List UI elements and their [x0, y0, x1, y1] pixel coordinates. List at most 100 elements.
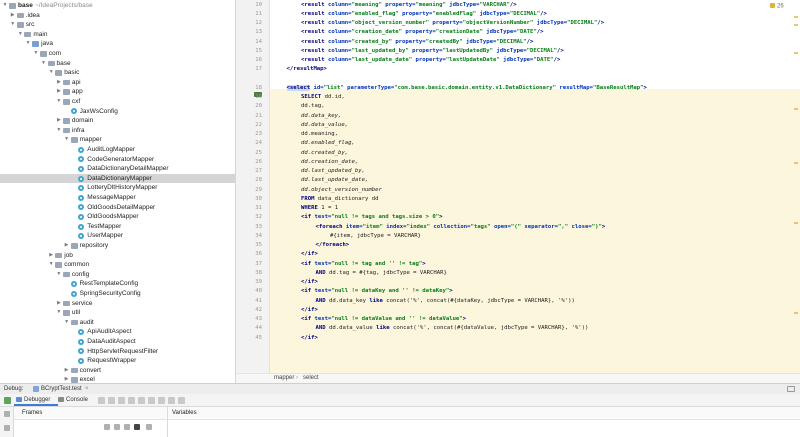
chevron-down-icon[interactable]: ▼: [56, 308, 62, 318]
tree-file-item[interactable]: CodeGeneratorMapper: [0, 155, 235, 165]
code-line[interactable]: dd.last_updated_by,: [301, 167, 365, 176]
down-icon[interactable]: [124, 424, 130, 430]
code-line[interactable]: <if test="null != tag and '' != tag">: [301, 260, 426, 269]
code-line[interactable]: WHERE 1 = 1: [301, 204, 338, 213]
scrollbar-marker[interactable]: [794, 24, 798, 26]
step-into-icon[interactable]: [118, 397, 125, 404]
code-line[interactable]: dd.data_key,: [301, 112, 341, 121]
code-line[interactable]: <result column="last_updated_by" propert…: [301, 47, 564, 56]
code-line[interactable]: FROM data_dictionary dd: [301, 195, 378, 204]
code-line[interactable]: <result column="object_version_number" p…: [301, 19, 604, 28]
tree-file-item[interactable]: MessageMapper: [0, 193, 235, 203]
tree-file-item[interactable]: HttpServletRequestFilter: [0, 347, 235, 357]
chevron-down-icon[interactable]: ▼: [56, 126, 62, 136]
code-line[interactable]: <if test="null != dataKey and '' != data…: [301, 287, 453, 296]
tree-folder-item[interactable]: ▶ app: [0, 87, 235, 97]
code-line[interactable]: <select id="list" parameterType="com.bas…: [286, 84, 647, 93]
inspection-warnings[interactable]: 26: [770, 3, 784, 10]
code-line[interactable]: </foreach>: [316, 241, 350, 250]
code-line[interactable]: AND dd.data_value like concat('%', conca…: [316, 324, 589, 333]
tree-file-item[interactable]: AuditLogMapper: [0, 145, 235, 155]
code-line[interactable]: <result column="created_by" property="cr…: [301, 38, 533, 47]
code-line[interactable]: AND dd.tag = #{tag, jdbcType = VARCHAR}: [316, 269, 447, 278]
chevron-right-icon[interactable]: ▶: [64, 366, 70, 376]
chevron-right-icon[interactable]: ▶: [56, 87, 62, 97]
tab-debugger[interactable]: Debugger: [14, 394, 58, 406]
drop-frame-icon[interactable]: [148, 397, 155, 404]
tree-file-item[interactable]: OldGoodsMapper: [0, 212, 235, 222]
tree-file-item[interactable]: DataDictionaryDetailMapper: [0, 164, 235, 174]
trace-icon[interactable]: [178, 397, 185, 404]
code-line[interactable]: #{item, jdbcType = VARCHAR}: [330, 232, 421, 241]
code-line[interactable]: <result column="meaning" property="meani…: [301, 1, 517, 10]
step-out-icon[interactable]: [138, 397, 145, 404]
chevron-down-icon[interactable]: ▼: [2, 1, 8, 11]
debug-session-tab[interactable]: BCryptTest.test: [41, 384, 82, 394]
scrollbar-marker[interactable]: [794, 162, 798, 164]
settings-gear-icon[interactable]: [787, 386, 795, 392]
tree-folder-item[interactable]: ▼ main: [0, 30, 235, 40]
thread-select-icon[interactable]: [104, 424, 110, 430]
chevron-right-icon[interactable]: ▶: [48, 251, 54, 261]
step-over-icon[interactable]: [108, 397, 115, 404]
resume-icon[interactable]: [4, 411, 10, 417]
code-line[interactable]: dd.data_value,: [301, 121, 348, 130]
breadcrumb-item-select[interactable]: select: [303, 374, 319, 383]
chevron-down-icon[interactable]: ▼: [41, 59, 47, 69]
force-step-into-icon[interactable]: [128, 397, 135, 404]
code-line[interactable]: <if test="null != dataValue and '' != da…: [301, 315, 466, 324]
code-line[interactable]: dd.created_by,: [301, 149, 348, 158]
code-line[interactable]: <result column="creation_date" property=…: [301, 28, 544, 37]
tree-folder-item[interactable]: ▶ api: [0, 78, 235, 88]
chevron-right-icon[interactable]: ▶: [56, 78, 62, 88]
tree-folder-item[interactable]: ▶ repository: [0, 241, 235, 251]
code-line[interactable]: dd.last_update_date,: [301, 176, 368, 185]
code-line[interactable]: <foreach item="item" index="index" colle…: [316, 223, 606, 232]
code-line[interactable]: <if test="null != tags and tags.size > 0…: [301, 213, 442, 222]
chevron-down-icon[interactable]: ▼: [48, 260, 54, 270]
chevron-down-icon[interactable]: ▼: [64, 318, 70, 328]
code-line[interactable]: </if>: [301, 250, 318, 259]
scrollbar-marker[interactable]: [794, 222, 798, 224]
tree-file-item[interactable]: LotteryDltHistoryMapper: [0, 183, 235, 193]
code-line[interactable]: dd.creation_date,: [301, 158, 358, 167]
code-line[interactable]: <result column="enabled_flag" property="…: [301, 10, 547, 19]
tree-folder-item[interactable]: ▼ base ~/IdeaProjects/base: [0, 1, 235, 11]
chevron-right-icon[interactable]: ▶: [64, 375, 70, 383]
tree-file-item[interactable]: OldGoodsDetailMapper: [0, 203, 235, 213]
tree-file-item[interactable]: UserMapper: [0, 231, 235, 241]
tab-console[interactable]: Console: [56, 394, 96, 406]
tree-folder-item[interactable]: ▶ service: [0, 299, 235, 309]
chevron-down-icon[interactable]: ▼: [17, 30, 23, 40]
chevron-right-icon[interactable]: ▶: [64, 241, 70, 251]
tree-folder-item[interactable]: ▶ job: [0, 251, 235, 261]
pause-icon[interactable]: [4, 425, 10, 431]
tree-folder-item[interactable]: ▶ .idea: [0, 11, 235, 21]
tree-file-item[interactable]: DataAuditAspect: [0, 337, 235, 347]
tree-file-item[interactable]: ApiAuditAspect: [0, 327, 235, 337]
chevron-down-icon[interactable]: ▼: [64, 135, 70, 145]
code-line[interactable]: dd.meaning,: [301, 130, 338, 139]
chevron-down-icon[interactable]: ▼: [48, 68, 54, 78]
chevron-down-icon[interactable]: ▼: [10, 20, 16, 30]
up-icon[interactable]: [114, 424, 120, 430]
tree-folder-item[interactable]: ▼ java: [0, 39, 235, 49]
filter-icon[interactable]: [134, 424, 140, 430]
editor-scrollbar[interactable]: [794, 12, 798, 372]
tree-file-item[interactable]: SpringSecurityConfig: [0, 289, 235, 299]
project-tree[interactable]: ▼ base ~/IdeaProjects/base ▶ .idea ▼ src ▼ main ▼…: [0, 0, 236, 383]
more-icon[interactable]: [146, 424, 152, 430]
tree-folder-item[interactable]: ▼ config: [0, 270, 235, 280]
chevron-right-icon[interactable]: ▶: [56, 116, 62, 126]
tree-folder-item[interactable]: ▼ com: [0, 49, 235, 59]
close-icon[interactable]: ×: [85, 384, 89, 394]
chevron-right-icon[interactable]: ▶: [56, 299, 62, 309]
scrollbar-marker[interactable]: [794, 16, 798, 18]
code-line[interactable]: <result column="last_update_date" proper…: [301, 56, 560, 65]
chevron-down-icon[interactable]: ▼: [56, 270, 62, 280]
scrollbar-marker[interactable]: [794, 108, 798, 110]
rerun-icon[interactable]: [4, 397, 11, 404]
code-line[interactable]: AND dd.data_key like concat('%', concat(…: [316, 297, 575, 306]
code-line[interactable]: </if>: [301, 306, 318, 315]
tree-folder-item[interactable]: ▼ infra: [0, 126, 235, 136]
